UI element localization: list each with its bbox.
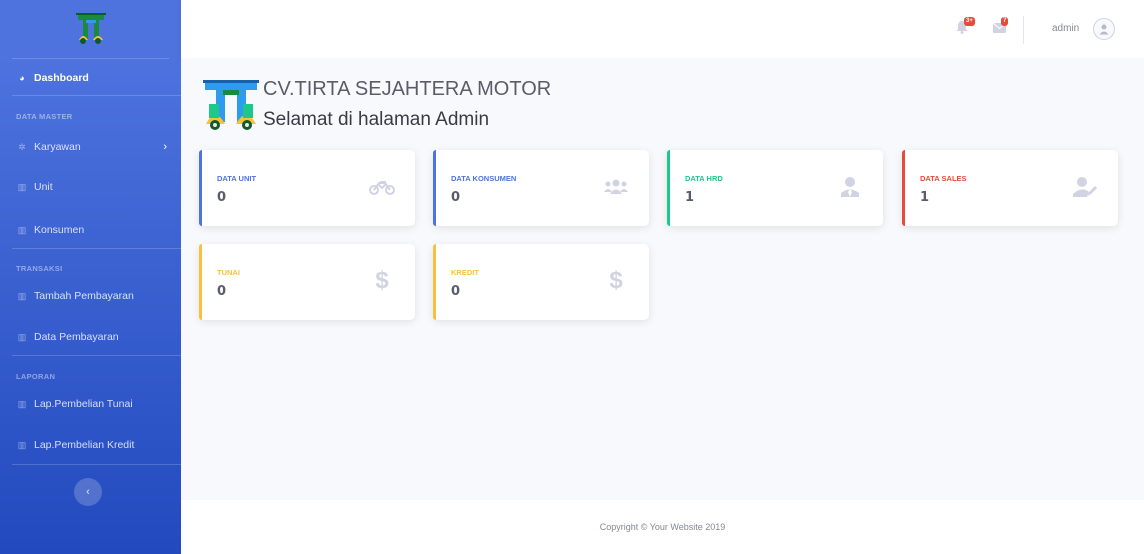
main-content: CV.TIRTA SEJAHTERA MOTOR Selamat di hala… <box>181 58 1144 500</box>
card-accent-bar <box>199 150 202 226</box>
card-accent-bar <box>433 150 436 226</box>
card-data-unit[interactable]: DATA UNIT 0 <box>199 150 415 226</box>
user-avatar-icon <box>1099 24 1109 35</box>
chevron-right-icon: › <box>163 141 167 153</box>
sidebar-divider <box>12 464 193 465</box>
sidebar-divider <box>12 248 193 249</box>
copyright-text: Copyright © Your Website 2019 <box>599 522 726 532</box>
chart-icon: ▥ <box>17 224 27 235</box>
user-tie-icon <box>837 174 863 200</box>
chart-icon: ▥ <box>17 398 27 409</box>
sidebar-toggle-button[interactable]: ‹ <box>74 478 102 506</box>
sidebar-item-data-pembayaran[interactable]: ▥ Data Pembayaran <box>0 331 135 343</box>
sidebar-item-label: Lap.Pembelian Kredit <box>34 439 135 451</box>
dollar-icon: $ <box>609 267 623 294</box>
tachometer-icon: ◕ <box>19 73 25 83</box>
sidebar-divider <box>12 95 193 96</box>
users-icon <box>603 174 629 200</box>
company-logo <box>203 80 259 137</box>
card-value: 1 <box>685 190 695 205</box>
tsm-logo-icon <box>203 80 259 130</box>
card-value: 0 <box>451 190 461 205</box>
card-accent-bar <box>433 244 436 320</box>
messages-button[interactable]: 7 <box>992 17 1009 36</box>
sidebar-item-lap-tunai[interactable]: ▥ Lap.Pembelian Tunai <box>0 398 149 410</box>
sidebar: ◕ Dashboard DATA MASTER ✲ Karyawan › ▥ U… <box>0 0 193 554</box>
card-label: DATA KONSUMEN <box>451 174 517 183</box>
sidebar-item-label: Unit <box>34 181 53 193</box>
sidebar-item-label: Karyawan <box>34 141 81 153</box>
topbar: 3+ 7 admin <box>181 0 1144 58</box>
card-label: DATA HRD <box>685 174 723 183</box>
sidebar-item-unit[interactable]: ▥ Unit <box>0 181 69 193</box>
card-accent-bar <box>667 150 670 226</box>
sidebar-heading-master: DATA MASTER <box>16 112 73 121</box>
card-label: TUNAI <box>217 268 240 277</box>
sidebar-item-label: Tambah Pembayaran <box>34 290 134 302</box>
card-value: 0 <box>451 284 461 299</box>
chart-icon: ▥ <box>17 290 27 301</box>
alerts-badge: 3+ <box>964 17 975 26</box>
welcome-heading: Selamat di halaman Admin <box>263 109 490 130</box>
card-kredit[interactable]: KREDIT 0 $ <box>433 244 649 320</box>
sidebar-item-label: Konsumen <box>34 224 85 236</box>
motorcycle-icon <box>369 174 395 200</box>
sidebar-divider <box>12 355 193 356</box>
tsm-logo-icon <box>75 13 106 44</box>
dollar-icon: $ <box>375 267 389 294</box>
chevron-left-icon: ‹ <box>86 486 90 498</box>
sidebar-item-label: Data Pembayaran <box>34 331 119 343</box>
card-tunai[interactable]: TUNAI 0 $ <box>199 244 415 320</box>
sidebar-brand[interactable] <box>0 0 181 58</box>
chart-icon: ▥ <box>17 331 27 342</box>
sidebar-item-lap-kredit[interactable]: ▥ Lap.Pembelian Kredit <box>0 439 150 451</box>
user-edit-icon <box>1072 174 1098 200</box>
sidebar-item-karyawan[interactable]: ✲ Karyawan › <box>0 141 181 153</box>
sidebar-item-dashboard[interactable]: ◕ Dashboard <box>0 72 105 84</box>
card-accent-bar <box>902 150 905 226</box>
chart-icon: ▥ <box>17 439 27 450</box>
sidebar-item-label: Lap.Pembelian Tunai <box>34 398 133 410</box>
card-value: 1 <box>920 190 930 205</box>
sidebar-item-tambah-pembayaran[interactable]: ▥ Tambah Pembayaran <box>0 290 150 302</box>
card-label: KREDIT <box>451 268 479 277</box>
footer: Copyright © Your Website 2019 <box>181 500 1144 554</box>
alerts-button[interactable]: 3+ <box>956 17 975 36</box>
messages-badge: 7 <box>1001 17 1009 26</box>
company-name: CV.TIRTA SEJAHTERA MOTOR <box>263 78 552 100</box>
sidebar-divider <box>12 58 169 59</box>
card-label: DATA SALES <box>920 174 967 183</box>
card-data-konsumen[interactable]: DATA KONSUMEN 0 <box>433 150 649 226</box>
card-data-sales[interactable]: DATA SALES 1 <box>902 150 1118 226</box>
sidebar-item-label: Dashboard <box>34 72 89 84</box>
card-accent-bar <box>199 244 202 320</box>
chart-icon: ▥ <box>17 181 27 192</box>
card-data-hrd[interactable]: DATA HRD 1 <box>667 150 883 226</box>
sidebar-heading-laporan: LAPORAN <box>16 372 56 381</box>
card-value: 0 <box>217 190 227 205</box>
cog-icon: ✲ <box>18 141 26 152</box>
card-label: DATA UNIT <box>217 174 257 183</box>
avatar[interactable] <box>1093 18 1115 40</box>
topbar-divider <box>1023 16 1024 44</box>
sidebar-item-konsumen[interactable]: ▥ Konsumen <box>0 224 100 236</box>
sidebar-heading-transaksi: TRANSAKSI <box>16 264 63 273</box>
card-value: 0 <box>217 284 227 299</box>
user-name[interactable]: admin <box>1052 23 1079 34</box>
